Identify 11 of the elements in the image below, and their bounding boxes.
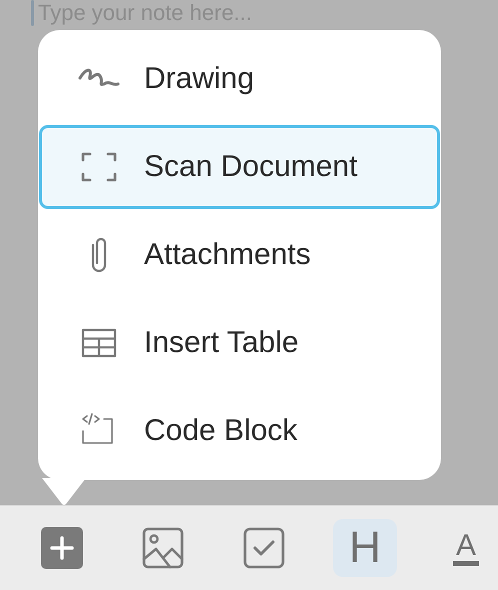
menu-item[interactable]: Insert Table (39, 301, 440, 385)
menu-item[interactable]: Attachments (39, 213, 440, 297)
menu-item[interactable]: Code Block (39, 389, 440, 473)
menu-item[interactable]: Scan Document (39, 125, 440, 209)
heading-button[interactable]: H (333, 519, 397, 577)
text-style-button[interactable]: A (434, 519, 498, 577)
checkbox-icon (243, 527, 285, 569)
menu-item[interactable]: Drawing (39, 37, 440, 121)
add-icon (40, 526, 84, 570)
image-icon (142, 527, 184, 569)
text-cursor (31, 0, 34, 26)
